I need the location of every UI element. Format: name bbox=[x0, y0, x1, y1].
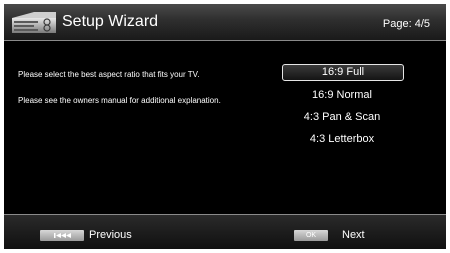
page-title: Setup Wizard bbox=[62, 13, 159, 30]
header-bar: Setup Wizard Page: 4/5 bbox=[4, 4, 446, 40]
manual-reference-note: Please see the owners manual for additio… bbox=[18, 96, 221, 105]
page-indicator: Page: 4/5 bbox=[382, 18, 430, 30]
aspect-ratio-instruction: Please select the best aspect ratio that… bbox=[18, 70, 200, 79]
previous-label[interactable]: Previous bbox=[89, 229, 132, 242]
option-16-9-full[interactable]: 16:9 Full bbox=[282, 64, 404, 81]
option-4-3-letterbox[interactable]: 4:3 Letterbox bbox=[282, 131, 402, 147]
header-divider bbox=[4, 40, 446, 41]
option-16-9-normal[interactable]: 16:9 Normal bbox=[282, 87, 402, 103]
previous-button[interactable] bbox=[40, 230, 84, 241]
ok-button[interactable]: OK bbox=[294, 230, 328, 241]
setup-wizard-screen: Setup Wizard Page: 4/5 Please select the… bbox=[4, 4, 446, 249]
next-label[interactable]: Next bbox=[342, 229, 365, 242]
tv-setup-icon bbox=[12, 12, 56, 33]
skip-back-icon bbox=[54, 233, 71, 238]
option-4-3-pan-scan[interactable]: 4:3 Pan & Scan bbox=[282, 109, 402, 125]
aspect-ratio-options: 16:9 Full 16:9 Normal 4:3 Pan & Scan 4:3… bbox=[282, 64, 404, 153]
